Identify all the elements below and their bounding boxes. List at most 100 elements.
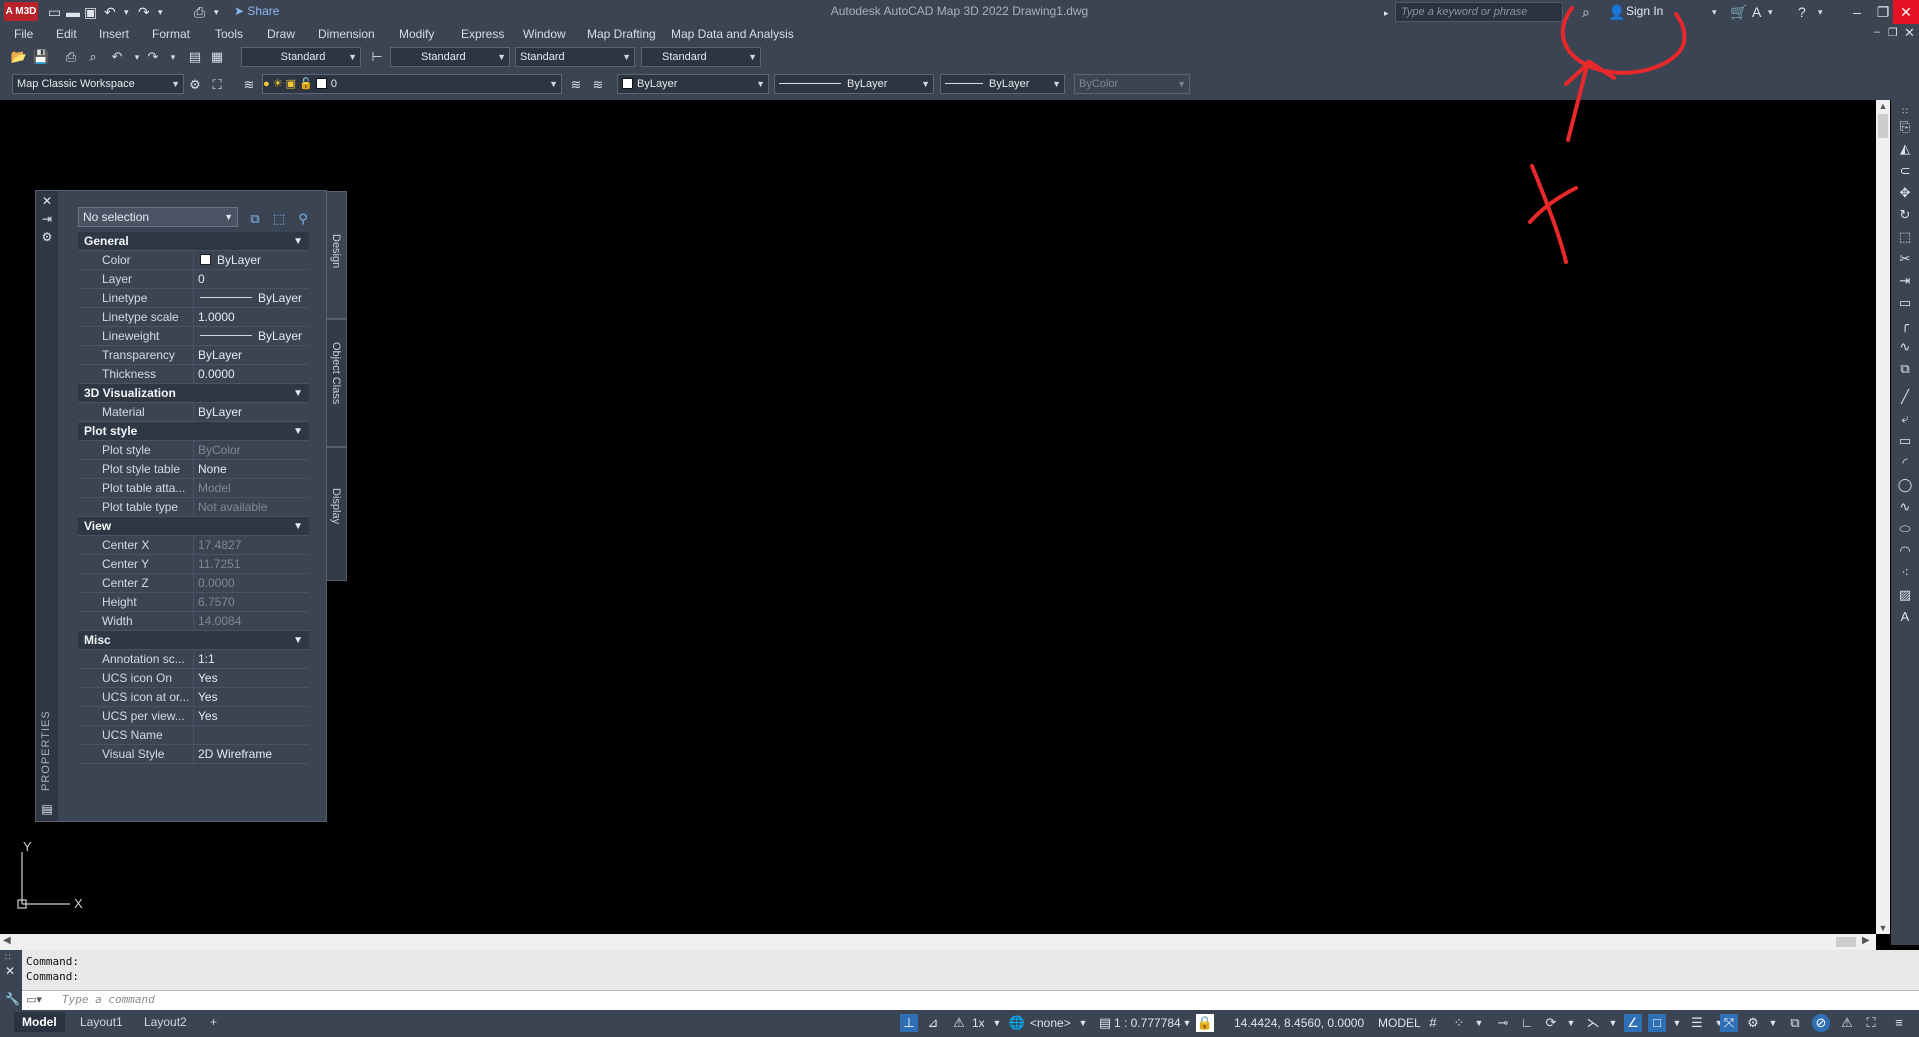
property-row[interactable]: Plot table type Not available <box>78 498 309 517</box>
menu-map-data-analysis[interactable]: Map Data and Analysis <box>671 27 794 41</box>
command-customize-icon[interactable]: 🔧 <box>5 992 20 1006</box>
save-disk-icon[interactable]: 💾 <box>32 48 50 66</box>
category-misc[interactable]: Misc ▼ <box>78 631 309 650</box>
property-value[interactable]: 1:1 <box>196 650 309 668</box>
chevron-down-icon[interactable]: ▼ <box>1074 1014 1092 1032</box>
menu-file[interactable]: File <box>14 27 33 41</box>
property-value[interactable]: 2D Wireframe <box>196 745 309 763</box>
dim-style-select[interactable]: Standard ▼ <box>390 47 510 67</box>
scroll-down-icon[interactable]: ▼ <box>1876 923 1890 933</box>
property-value[interactable]: ByLayer <box>196 403 309 421</box>
properties-icon[interactable]: ▤ <box>186 48 204 66</box>
preview-icon[interactable]: ⌕ <box>84 48 102 66</box>
collapse-icon[interactable]: ▼ <box>293 384 303 403</box>
collapse-icon[interactable]: ▼ <box>293 422 303 441</box>
chevron-down-icon[interactable]: ▼ <box>1178 1014 1196 1032</box>
undo-icon[interactable]: ↶ <box>104 3 116 21</box>
redo-dropdown-icon[interactable]: ▾ <box>158 3 163 21</box>
close-button[interactable]: ✕ <box>1893 0 1919 24</box>
rotate-icon[interactable]: ↻ <box>1896 206 1914 224</box>
cart-icon[interactable]: 🛒 <box>1730 3 1747 21</box>
autodesk-app-icon[interactable]: A <box>1752 3 1761 21</box>
chevron-down-icon[interactable]: ▼ <box>1470 1014 1488 1032</box>
category-general[interactable]: General ▼ <box>78 232 309 251</box>
layer-properties-icon[interactable]: ≋ <box>240 76 258 94</box>
lock-icon[interactable]: 🔒 <box>1196 1014 1214 1032</box>
menu-format[interactable]: Format <box>152 27 190 41</box>
property-row[interactable]: UCS icon at or... Yes <box>78 688 309 707</box>
chevron-down-icon[interactable]: ▼ <box>1562 1014 1580 1032</box>
command-close-icon[interactable]: ✕ <box>5 964 15 978</box>
signin-dropdown-icon[interactable]: ▾ <box>1712 3 1717 21</box>
doc-restore-icon[interactable]: ❐ <box>1888 26 1898 39</box>
viewport-scale[interactable]: 1 : 0.777784 <box>1114 1014 1181 1032</box>
tab-design[interactable]: Design <box>327 191 347 319</box>
property-value[interactable]: Yes <box>196 707 309 725</box>
property-row[interactable]: Center Y 11.7251 <box>78 555 309 574</box>
infocenter-expand-icon[interactable]: ▸ <box>1384 4 1389 22</box>
category-plot-style[interactable]: Plot style ▼ <box>78 422 309 441</box>
open-folder-icon[interactable]: 📂 <box>10 48 28 66</box>
property-value[interactable]: Yes <box>196 669 309 687</box>
scroll-up-icon[interactable]: ▲ <box>1876 101 1890 111</box>
property-row[interactable]: UCS per view... Yes <box>78 707 309 726</box>
property-value[interactable]: None <box>196 460 309 478</box>
copy-icon[interactable]: ⎘ <box>1896 118 1914 136</box>
tab-object-class[interactable]: Object Class <box>327 319 347 447</box>
property-row[interactable]: UCS icon On Yes <box>78 669 309 688</box>
share-button[interactable]: ➤ Share <box>234 4 279 18</box>
trim-icon[interactable]: ✂ <box>1896 250 1914 268</box>
hatch-icon[interactable]: ▨ <box>1896 586 1914 604</box>
grid-icon[interactable]: # <box>1424 1014 1442 1032</box>
tab-layout2[interactable]: Layout2 <box>136 1012 195 1032</box>
polyline-icon[interactable]: ⤶ <box>1896 410 1914 428</box>
property-row[interactable]: Width 14.0084 <box>78 612 309 631</box>
new-icon[interactable]: ▭ <box>48 3 61 21</box>
property-row[interactable]: Visual Style 2D Wireframe <box>78 745 309 764</box>
quick-select-icon[interactable]: ⚲ <box>294 210 312 228</box>
array-icon[interactable]: ⧉ <box>1896 360 1914 378</box>
circle-icon[interactable]: ◯ <box>1896 476 1914 494</box>
command-input[interactable]: ▭▾ Type a command <box>22 990 1919 1010</box>
lineweight-display-icon[interactable]: ☰ <box>1688 1014 1706 1032</box>
redo-tb-dropdown-icon[interactable]: ▾ <box>164 48 182 66</box>
minimize-button[interactable]: – <box>1844 0 1870 24</box>
spline-icon[interactable]: ∿ <box>1896 338 1914 356</box>
print-icon[interactable]: ⎙ <box>62 48 80 66</box>
tab-display[interactable]: Display <box>327 447 347 581</box>
plot-icon[interactable]: ⎙ <box>194 3 205 21</box>
snap-icon[interactable]: ⁘ <box>1450 1014 1468 1032</box>
property-row[interactable]: UCS Name <box>78 726 309 745</box>
sign-in-button[interactable]: Sign In <box>1626 4 1663 18</box>
palette-close-icon[interactable]: ✕ <box>39 193 55 209</box>
mtext-icon[interactable]: A <box>1896 608 1914 626</box>
toggle-pickadd-icon[interactable]: ⧉ <box>246 210 264 228</box>
point-icon[interactable]: ⁖ <box>1896 564 1914 582</box>
table-style-select[interactable]: Standard ▼ <box>515 47 635 67</box>
collapse-icon[interactable]: ▼ <box>293 232 303 251</box>
clean-screen-status-icon[interactable]: ⛶ <box>1862 1014 1880 1032</box>
undo-dropdown-icon[interactable]: ▾ <box>124 3 129 21</box>
palette-settings-icon[interactable]: ⚙ <box>39 229 55 245</box>
property-value[interactable]: ByLayer <box>196 251 309 269</box>
help-dropdown-icon[interactable]: ▾ <box>1818 3 1823 21</box>
open-icon[interactable]: ▬ <box>66 3 80 21</box>
category-view[interactable]: View ▼ <box>78 517 309 536</box>
menu-draw[interactable]: Draw <box>267 27 295 41</box>
polygon-icon[interactable]: ▭ <box>1896 432 1914 450</box>
property-value[interactable]: 0 <box>196 270 309 288</box>
tab-layout1[interactable]: Layout1 <box>72 1012 131 1032</box>
app-dropdown-icon[interactable]: ▾ <box>1768 3 1773 21</box>
doc-close-icon[interactable]: ✕ <box>1904 25 1915 41</box>
menu-edit[interactable]: Edit <box>56 27 77 41</box>
recent-commands-icon[interactable]: ▭▾ <box>26 993 42 1006</box>
chevron-down-icon[interactable]: ▼ <box>1668 1014 1686 1032</box>
ortho-icon[interactable]: ∟ <box>1518 1014 1536 1032</box>
chevron-down-icon[interactable]: ▼ <box>1764 1014 1782 1032</box>
collapse-icon[interactable]: ▼ <box>293 517 303 536</box>
offset-icon[interactable]: ⊂ <box>1896 162 1914 180</box>
property-row[interactable]: Layer 0 <box>78 270 309 289</box>
property-row[interactable]: Thickness 0.0000 <box>78 365 309 384</box>
app-logo[interactable]: A M3D <box>4 2 38 21</box>
property-row[interactable]: Linetype ByLayer <box>78 289 309 308</box>
